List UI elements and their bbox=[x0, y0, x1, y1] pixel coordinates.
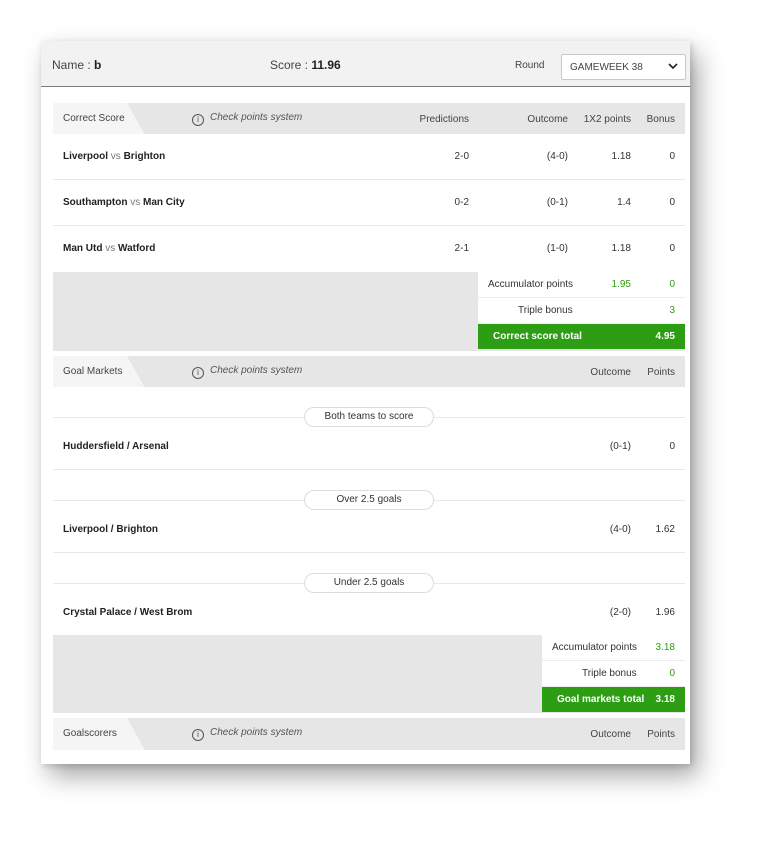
outcome-value: (0-1) bbox=[546, 197, 568, 208]
correct-score-section: Correct Score i Check points system Predi… bbox=[53, 103, 685, 351]
match-name: Liverpool vs Brighton bbox=[63, 151, 166, 162]
goal-markets-list: Both teams to score Huddersfield / Arsen… bbox=[53, 387, 685, 635]
player-name: Name : b bbox=[52, 58, 101, 72]
results-panel: Name : b Score : 11.96 Round GAMEWEEK 38… bbox=[41, 41, 690, 764]
points-value: 1.18 bbox=[611, 151, 631, 162]
accumulator-label: Accumulator points bbox=[552, 642, 638, 653]
total-value: 4.95 bbox=[655, 331, 675, 342]
total-value: 3.18 bbox=[655, 694, 675, 705]
tab-goal-markets[interactable]: Goal Markets bbox=[53, 356, 145, 388]
round-select[interactable]: GAMEWEEK 38 bbox=[561, 54, 686, 80]
round-selected-value: GAMEWEEK 38 bbox=[570, 62, 643, 73]
prediction-value: 2-1 bbox=[454, 243, 469, 254]
check-points-text: Check points system bbox=[210, 727, 303, 738]
market-label: Under 2.5 goals bbox=[304, 573, 434, 593]
triple-bonus-value: 0 bbox=[669, 668, 675, 679]
points-value: 1.4 bbox=[617, 197, 631, 208]
triple-bonus-row: Triple bonus 3 bbox=[478, 298, 685, 324]
points-value: 0 bbox=[669, 441, 675, 452]
goal-markets-header: Goal Markets i Check points system Outcom… bbox=[53, 356, 685, 388]
check-points-link[interactable]: i Check points system bbox=[192, 365, 302, 379]
check-points-link[interactable]: i Check points system bbox=[192, 112, 302, 126]
name-label: Name : bbox=[52, 58, 91, 72]
table-row: Southampton vs Man City 0-2 (0-1) 1.4 0 bbox=[53, 180, 685, 226]
name-value: b bbox=[94, 58, 102, 72]
check-points-text: Check points system bbox=[210, 112, 303, 123]
bonus-value: 0 bbox=[669, 197, 675, 208]
tab-label: Goal Markets bbox=[63, 366, 123, 377]
accumulator-points-row: Accumulator points 3.18 bbox=[542, 635, 685, 661]
bonus-value: 0 bbox=[669, 243, 675, 254]
score-value: 11.96 bbox=[311, 58, 341, 72]
triple-bonus-label: Triple bonus bbox=[518, 305, 573, 316]
tab-label: Correct Score bbox=[63, 113, 125, 124]
total-score: Score : 11.96 bbox=[270, 58, 341, 72]
goalscorers-section: Goalscorers i Check points system Outcome… bbox=[53, 718, 685, 764]
points-value: 1.96 bbox=[655, 607, 675, 618]
prediction-value: 2-0 bbox=[454, 151, 469, 162]
column-header-outcome: Outcome bbox=[527, 114, 568, 125]
check-points-text: Check points system bbox=[210, 365, 303, 376]
outcome-value: (2-0) bbox=[609, 607, 631, 618]
tab-label: Goalscorers bbox=[63, 728, 117, 739]
tab-correct-score[interactable]: Correct Score bbox=[53, 103, 145, 135]
goal-markets-total-row: Goal markets total 3.18 bbox=[542, 687, 685, 712]
triple-bonus-label: Triple bonus bbox=[582, 668, 637, 679]
match-name: Crystal Palace / West Brom bbox=[63, 607, 193, 618]
market-label: Over 2.5 goals bbox=[304, 490, 434, 510]
accumulator-label: Accumulator points bbox=[488, 279, 574, 290]
score-label: Score : bbox=[270, 58, 309, 72]
accumulator-points-row: Accumulator points 1.95 0 bbox=[478, 272, 685, 298]
table-row: Man Utd vs Watford 2-1 (1-0) 1.18 0 bbox=[53, 226, 685, 272]
outcome-value: (1-0) bbox=[546, 243, 568, 254]
summary-bar: Name : b Score : 11.96 Round GAMEWEEK 38 bbox=[41, 41, 690, 87]
outcome-value: (4-0) bbox=[546, 151, 568, 162]
total-label: Goal markets total bbox=[557, 694, 645, 705]
points-value: 1.18 bbox=[611, 243, 631, 254]
triple-bonus-value: 3 bbox=[669, 305, 675, 316]
points-value: 1.62 bbox=[655, 524, 675, 535]
match-name: Man Utd vs Watford bbox=[63, 243, 156, 254]
goalscorers-header: Goalscorers i Check points system Outcome… bbox=[53, 718, 685, 750]
prediction-value: 0-2 bbox=[454, 197, 469, 208]
info-icon: i bbox=[192, 729, 204, 741]
bonus-value: 0 bbox=[669, 151, 675, 162]
market-label: Both teams to score bbox=[304, 407, 434, 427]
check-points-link[interactable]: i Check points system bbox=[192, 727, 302, 741]
outcome-value: (4-0) bbox=[609, 524, 631, 535]
total-label: Correct score total bbox=[493, 331, 582, 342]
column-header-outcome: Outcome bbox=[590, 367, 631, 378]
accumulator-points-value: 1.95 bbox=[611, 279, 631, 290]
info-icon: i bbox=[192, 114, 204, 126]
column-header-bonus: Bonus bbox=[646, 114, 675, 125]
round-label: Round bbox=[515, 60, 545, 71]
chevron-down-icon bbox=[668, 63, 678, 70]
info-icon: i bbox=[192, 367, 204, 379]
accumulator-value: 3.18 bbox=[655, 642, 675, 653]
correct-score-total-row: Correct score total 4.95 bbox=[478, 324, 685, 349]
column-header-outcome: Outcome bbox=[590, 729, 631, 740]
match-name: Huddersfield / Arsenal bbox=[63, 441, 169, 452]
table-row: Liverpool vs Brighton 2-0 (4-0) 1.18 0 bbox=[53, 134, 685, 180]
tab-goalscorers[interactable]: Goalscorers bbox=[53, 718, 145, 750]
outcome-value: (0-1) bbox=[609, 441, 631, 452]
goal-markets-section: Goal Markets i Check points system Outcom… bbox=[53, 356, 685, 713]
match-name: Southampton vs Man City bbox=[63, 197, 185, 208]
match-name: Liverpool / Brighton bbox=[63, 524, 158, 535]
accumulator-bonus-value: 0 bbox=[669, 279, 675, 290]
correct-score-header: Correct Score i Check points system Predi… bbox=[53, 103, 685, 135]
triple-bonus-row: Triple bonus 0 bbox=[542, 661, 685, 687]
column-header-predictions: Predictions bbox=[419, 114, 469, 125]
column-header-points: Points bbox=[647, 729, 675, 740]
column-header-1x2-points: 1X2 points bbox=[583, 114, 631, 125]
column-header-points: Points bbox=[647, 367, 675, 378]
